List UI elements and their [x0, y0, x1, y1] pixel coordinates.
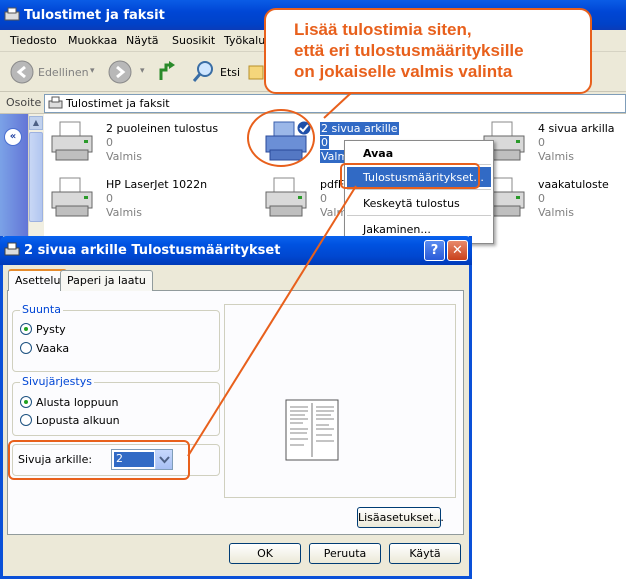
callout-line: Lisää tulostimia siten,: [294, 20, 472, 39]
highlight-ring: [340, 163, 480, 189]
callout-line: että eri tulostusmäärityksille: [294, 41, 524, 60]
callout-box: Lisää tulostimia siten, että eri tulostu…: [264, 8, 592, 94]
callout-line: on jokaiselle valmis valinta: [294, 62, 513, 81]
highlight-ring: [247, 109, 315, 167]
highlight-ring: [8, 440, 190, 480]
